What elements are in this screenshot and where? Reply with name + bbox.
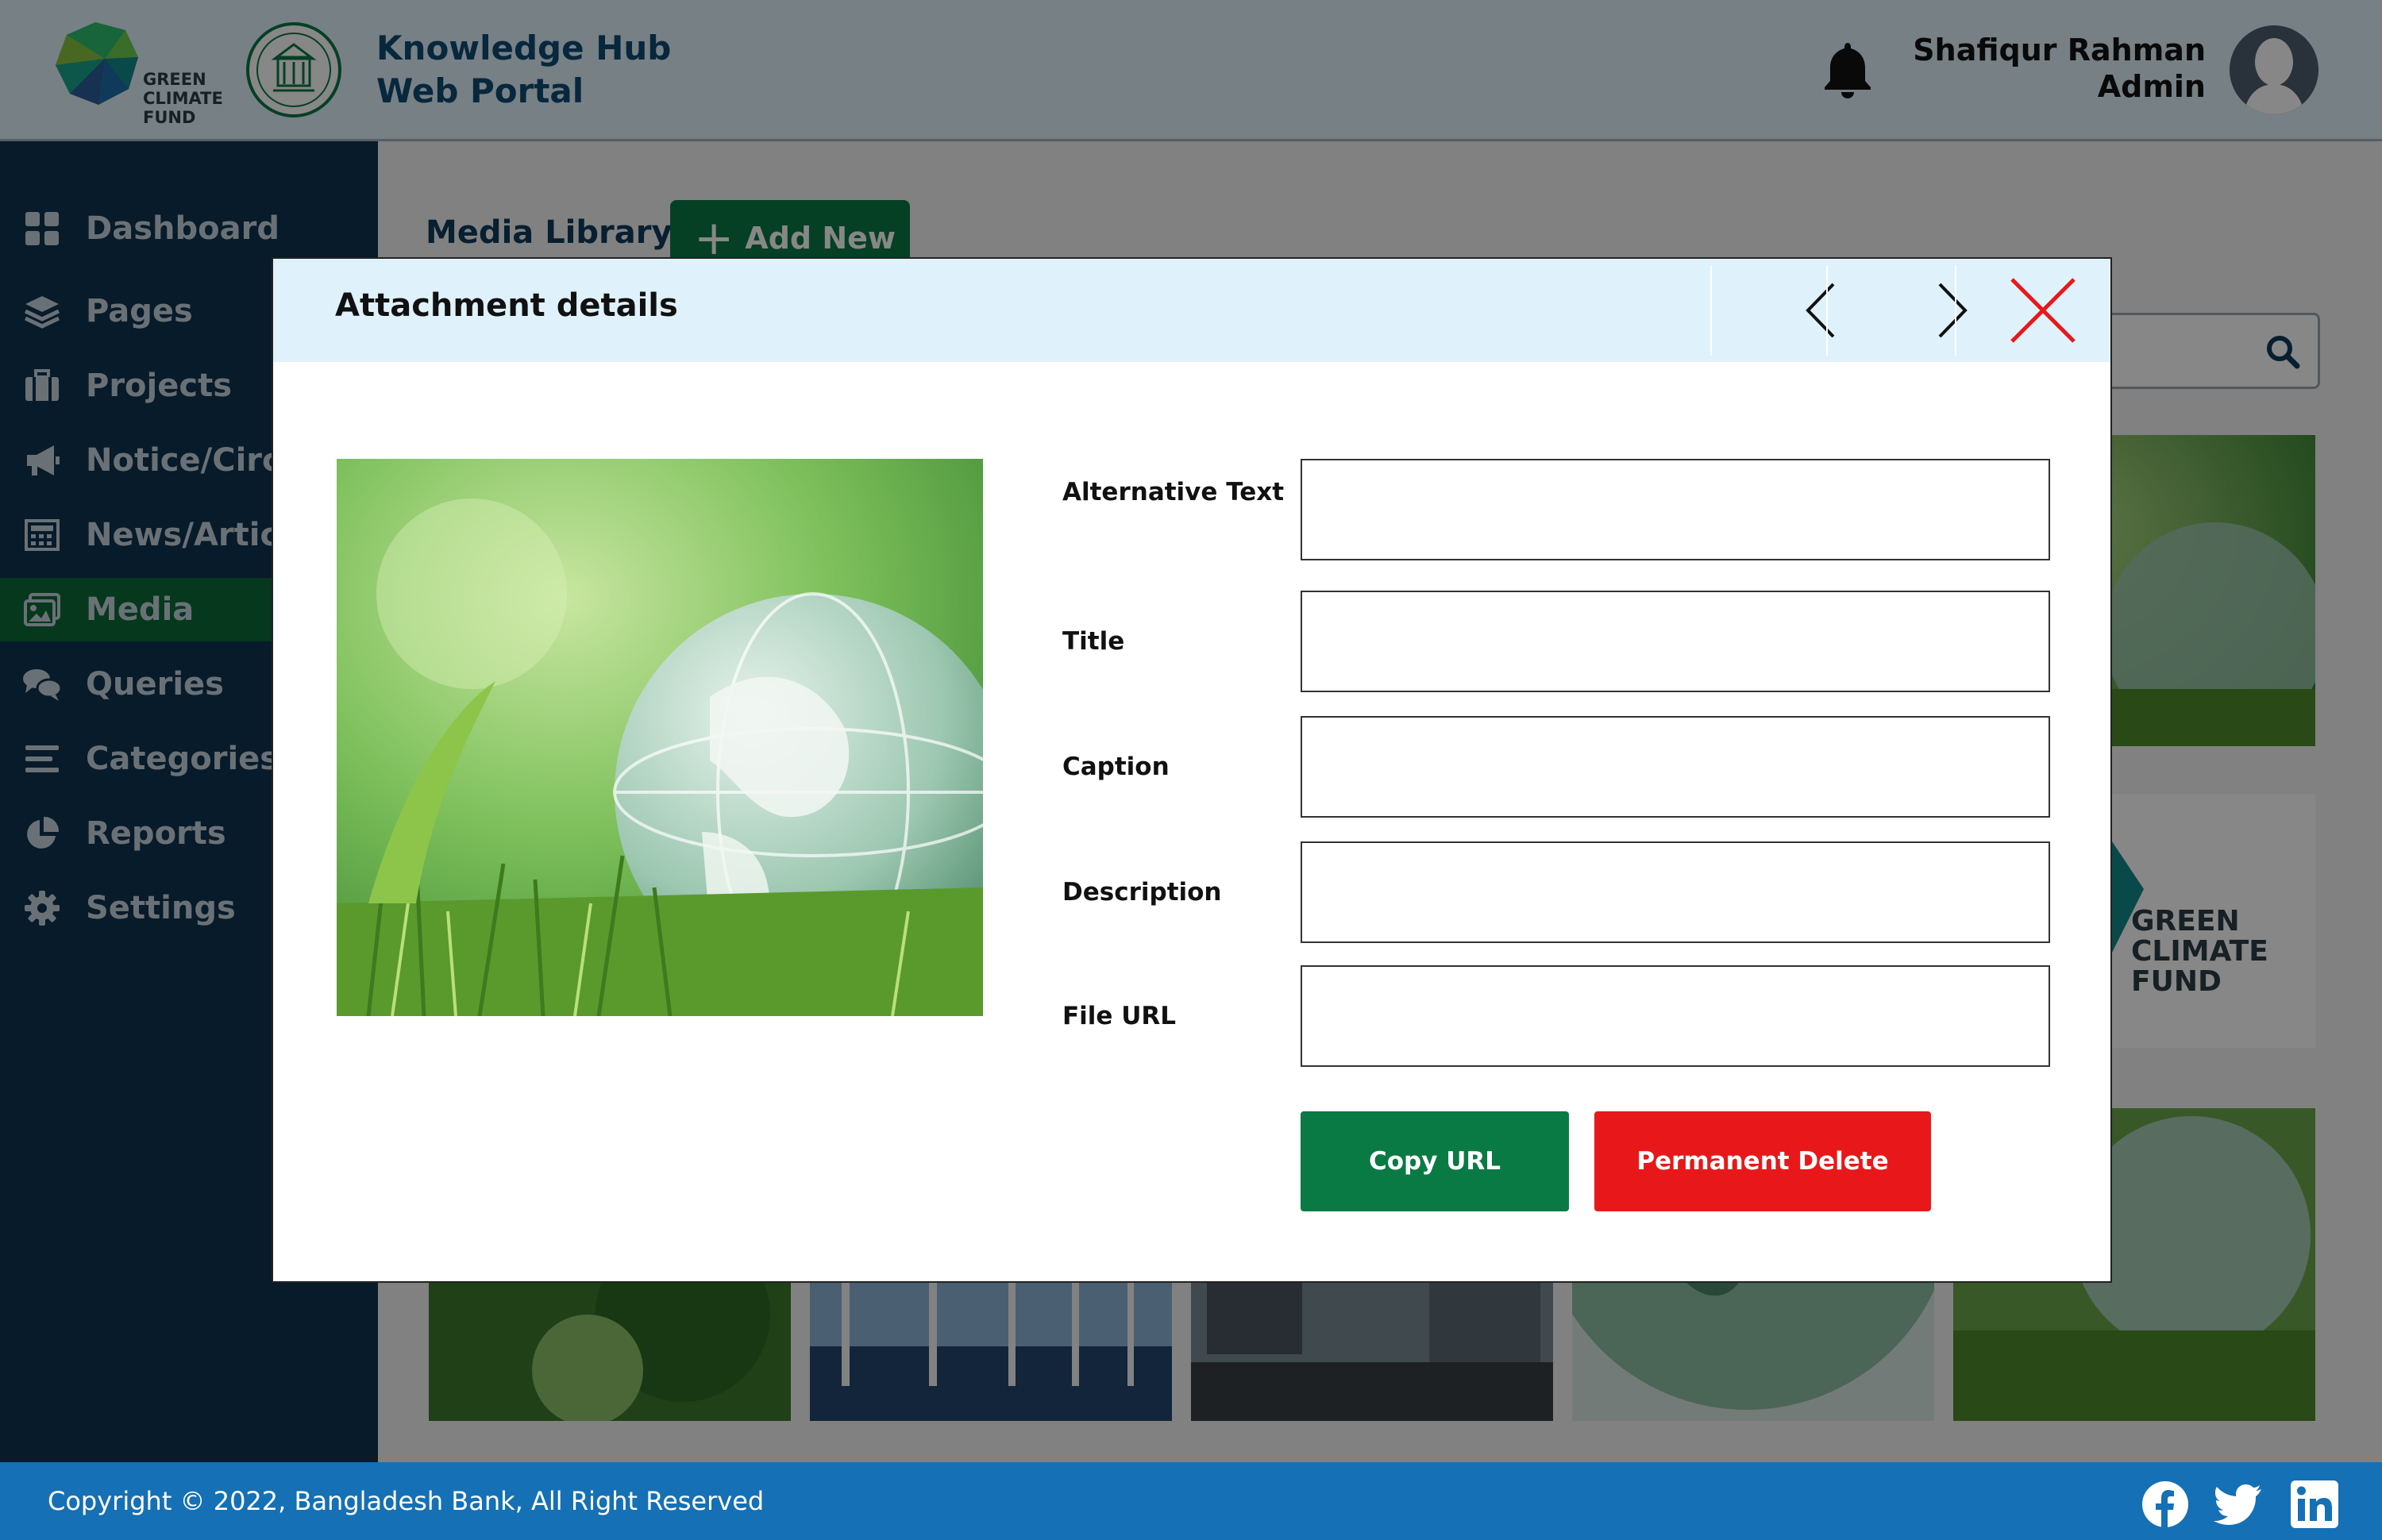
attachment-details-modal: Attachment details Alternative Text Titl… [272, 257, 2112, 1283]
header-divider [1710, 265, 1712, 356]
alternative-text-field[interactable] [1301, 459, 2050, 560]
close-button[interactable] [1975, 265, 2110, 356]
chevron-left-icon [1806, 283, 1835, 338]
alternative-text-label: Alternative Text [1062, 478, 1285, 506]
attachment-preview-image [337, 459, 983, 1016]
copyright-text: Copyright © 2022, Bangladesh Bank, All R… [48, 1486, 765, 1516]
chevron-right-icon [1938, 283, 1968, 338]
description-label: Description [1062, 878, 1222, 907]
copy-url-button[interactable]: Copy URL [1301, 1111, 1569, 1211]
file-url-label: File URL [1062, 1002, 1177, 1030]
facebook-icon[interactable] [2141, 1480, 2190, 1529]
caption-field[interactable] [1301, 716, 2050, 818]
footer: Copyright © 2022, Bangladesh Bank, All R… [0, 1462, 2382, 1540]
header-divider [1955, 265, 1956, 356]
description-field[interactable] [1301, 841, 2050, 943]
caption-label: Caption [1062, 753, 1170, 781]
previous-button[interactable] [1761, 265, 1880, 356]
permanent-delete-button[interactable]: Permanent Delete [1594, 1111, 1931, 1211]
file-url-field[interactable] [1301, 965, 2050, 1067]
twitter-icon[interactable] [2214, 1480, 2263, 1529]
title-field[interactable] [1301, 591, 2050, 692]
close-icon [2010, 278, 2076, 343]
header-divider [1826, 265, 1828, 356]
modal-title: Attachment details [335, 287, 678, 324]
modal-header: Attachment details [273, 259, 2110, 362]
title-label: Title [1062, 627, 1125, 656]
linkedin-icon[interactable] [2290, 1480, 2339, 1529]
